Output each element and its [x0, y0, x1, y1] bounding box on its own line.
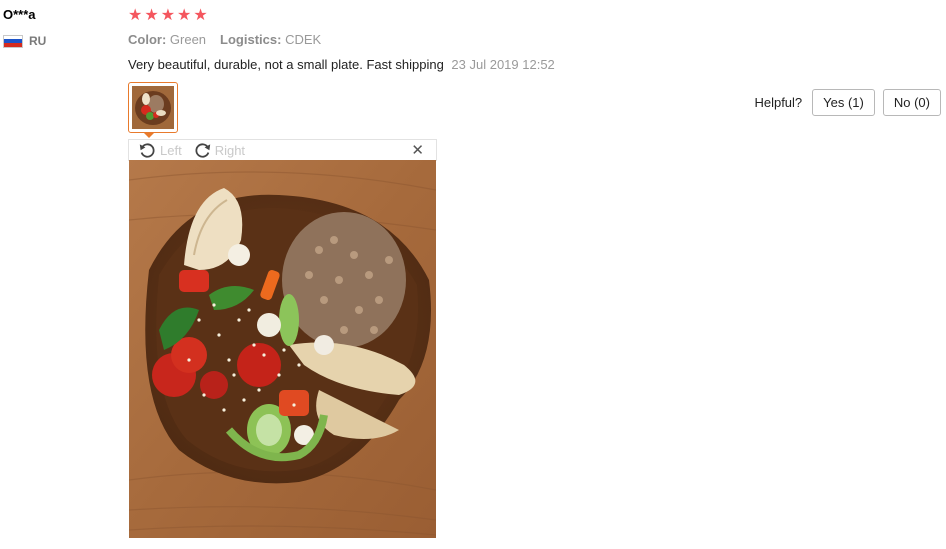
rotate-left-label: Left: [160, 143, 182, 158]
review-date: 23 Jul 2019 12:52: [451, 57, 555, 72]
food-photo-image: [129, 160, 436, 538]
star-icon: ★: [193, 7, 208, 24]
review-photo-thumbnail[interactable]: [128, 82, 178, 133]
attribute-logistics: Logistics: CDEK: [220, 32, 321, 47]
country-code: RU: [29, 34, 47, 48]
photo-viewer-toolbar: Left Right ✕: [128, 139, 437, 161]
rotate-right-label: Right: [214, 143, 246, 158]
rotate-right-icon: [195, 143, 210, 158]
helpful-label: Helpful?: [754, 95, 803, 110]
attribute-label: Color:: [128, 32, 167, 47]
star-icon: ★: [177, 7, 192, 24]
rotate-right-button[interactable]: Right: [194, 142, 245, 159]
star-icon: ★: [144, 7, 159, 24]
thumbnail-pointer: [143, 132, 155, 138]
star-rating: ★ ★ ★ ★ ★: [128, 7, 208, 25]
review-text: Very beautiful, durable, not a small pla…: [128, 57, 444, 72]
helpful-no-button[interactable]: No (0): [882, 89, 941, 116]
rotate-left-button[interactable]: Left: [139, 142, 182, 159]
rotate-left-icon: [139, 143, 155, 158]
helpful-vote: Helpful? Yes (1) No (0): [754, 89, 941, 116]
review-body: Very beautiful, durable, not a small pla…: [128, 57, 555, 72]
attribute-color: Color: Green: [128, 32, 206, 47]
reviewer-country: RU: [3, 34, 46, 48]
review-item: O***a RU ★ ★ ★ ★ ★ Color: Green Logistic…: [0, 0, 946, 549]
attribute-value: CDEK: [285, 32, 322, 47]
russia-flag-icon: [3, 34, 23, 48]
food-photo-thumbnail-image: [132, 86, 174, 129]
attribute-label: Logistics:: [220, 32, 282, 47]
attribute-value: Green: [169, 32, 207, 47]
star-icon: ★: [160, 7, 176, 24]
product-attributes: Color: Green Logistics: CDEK: [128, 32, 321, 47]
reviewer-name: O***a: [3, 7, 36, 22]
close-icon[interactable]: ✕: [411, 143, 424, 158]
star-icon: ★: [128, 7, 143, 24]
review-photo-large: [129, 160, 436, 538]
helpful-yes-button[interactable]: Yes (1): [812, 89, 875, 116]
